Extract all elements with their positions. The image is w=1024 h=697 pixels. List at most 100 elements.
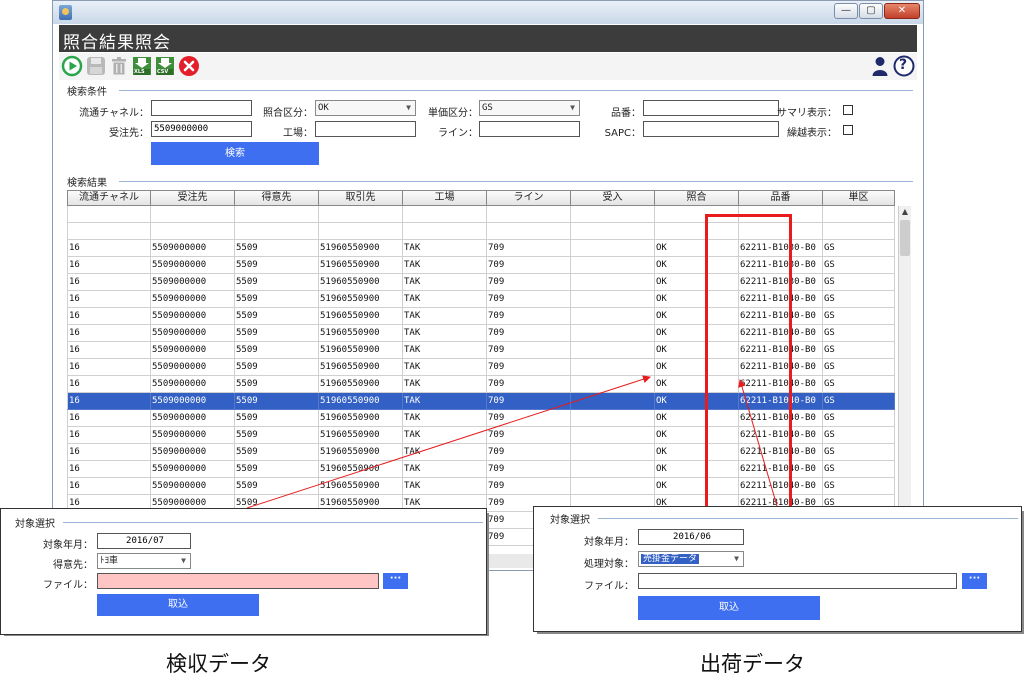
table-cell (571, 223, 655, 240)
minimize-button[interactable]: — (834, 3, 858, 19)
table-cell: 16 (67, 376, 151, 393)
table-cell: 5509000000 (151, 308, 235, 325)
table-cell: 5509 (235, 359, 319, 376)
trash-icon[interactable] (108, 55, 130, 77)
maximize-button[interactable]: ▢ (859, 3, 883, 19)
shipping-file-input[interactable] (638, 573, 957, 589)
table-cell: TAK (403, 461, 487, 478)
table-cell: TAK (403, 410, 487, 427)
inspection-month-input[interactable]: 2016/07 (97, 533, 191, 549)
column-header[interactable]: 流通チャネル (67, 190, 151, 206)
inspection-customer-select[interactable]: ﾄﾖ車 ▼ (97, 553, 191, 569)
column-header[interactable]: 得意先 (235, 190, 319, 206)
table-cell: TAK (403, 393, 487, 410)
table-cell (403, 206, 487, 223)
factory-input[interactable] (315, 121, 416, 137)
shipping-section-title: 対象選択 (550, 515, 590, 526)
inspection-file-input[interactable] (97, 573, 379, 589)
csv-export-icon[interactable]: CSV (154, 55, 176, 77)
table-cell: TAK (403, 444, 487, 461)
column-header[interactable]: 単区 (823, 190, 895, 206)
table-cell: 16 (67, 274, 151, 291)
compare-type-select[interactable]: OK ▼ (315, 100, 416, 116)
table-cell (571, 308, 655, 325)
table-cell: 5509 (235, 325, 319, 342)
search-button[interactable]: 検索 (151, 142, 319, 165)
column-header[interactable]: 品番 (739, 190, 823, 206)
shipping-process-select[interactable]: 売掛金データ ▼ (638, 551, 744, 567)
table-cell: GS (823, 291, 895, 308)
column-header[interactable]: 工場 (403, 190, 487, 206)
table-cell: 5509 (235, 342, 319, 359)
part-no-input[interactable] (643, 100, 779, 116)
unit-type-select[interactable]: GS ▼ (479, 100, 580, 116)
table-cell: 5509 (235, 308, 319, 325)
shipping-import-button[interactable]: 取込 (638, 596, 820, 620)
table-cell: 5509 (235, 291, 319, 308)
results-section-title: 検索結果 (67, 178, 107, 189)
table-cell (487, 206, 571, 223)
table-cell: 16 (67, 444, 151, 461)
table-cell: 709 (487, 291, 571, 308)
help-icon[interactable]: ? (893, 55, 915, 77)
line-input[interactable] (479, 121, 580, 137)
table-cell: 709 (487, 325, 571, 342)
table-cell: TAK (403, 376, 487, 393)
table-cell: GS (823, 393, 895, 410)
column-header[interactable]: ライン (487, 190, 571, 206)
chevron-down-icon: ▼ (734, 554, 739, 563)
receiver-input[interactable]: 5509000000 (151, 121, 252, 137)
table-cell (151, 206, 235, 223)
receiver-label: 受注先： (109, 128, 149, 139)
column-header[interactable]: 取引先 (319, 190, 403, 206)
sapc-input[interactable] (643, 121, 779, 137)
scroll-up-icon[interactable]: ▲ (899, 206, 911, 218)
channel-input[interactable] (151, 100, 252, 116)
table-cell: 51960550900 (319, 257, 403, 274)
table-cell: 5509 (235, 410, 319, 427)
inspection-customer-label: 得意先： (53, 560, 93, 571)
carryover-checkbox[interactable] (843, 125, 853, 135)
table-cell: 51960550900 (319, 410, 403, 427)
summary-checkbox[interactable] (843, 105, 853, 115)
xls-export-icon[interactable]: XLS (131, 55, 153, 77)
search-section-divider (119, 90, 913, 91)
compare-type-label: 照合区分： (263, 108, 313, 119)
inspection-browse-button[interactable]: ··· (383, 573, 408, 589)
unit-type-label: 単価区分： (428, 108, 478, 119)
column-header[interactable]: 受注先 (151, 190, 235, 206)
table-cell (571, 376, 655, 393)
main-window: — ▢ ✕ 照合結果照会 XLS CSV ? 検索条件 流通チャネル： 照合区分… (52, 0, 924, 571)
table-cell: 16 (67, 461, 151, 478)
table-cell: 709 (487, 342, 571, 359)
table-cell (235, 206, 319, 223)
table-cell: 51960550900 (319, 427, 403, 444)
table-cell: 16 (67, 427, 151, 444)
table-cell: 709 (487, 444, 571, 461)
table-cell: 5509000000 (151, 376, 235, 393)
page-title: 照合結果照会 (63, 33, 171, 53)
play-icon[interactable] (61, 55, 83, 77)
table-cell: 16 (67, 240, 151, 257)
table-cell (571, 444, 655, 461)
user-icon[interactable] (869, 55, 891, 77)
shipping-browse-button[interactable]: ··· (962, 573, 987, 589)
table-cell (319, 223, 403, 240)
table-cell: 5509 (235, 274, 319, 291)
shipping-month-input[interactable]: 2016/06 (638, 529, 744, 545)
column-header[interactable]: 照合 (655, 190, 739, 206)
table-cell (151, 223, 235, 240)
table-cell: TAK (403, 257, 487, 274)
save-icon[interactable] (85, 55, 107, 77)
column-header[interactable]: 受入 (571, 190, 655, 206)
shipping-file-label: ファイル： (584, 581, 634, 592)
table-cell: 709 (487, 376, 571, 393)
inspection-import-button[interactable]: 取込 (97, 594, 259, 616)
close-window-button[interactable]: ✕ (884, 3, 920, 19)
inspection-panel: 対象選択 対象年月： 2016/07 得意先： ﾄﾖ車 ▼ ファイル： ··· … (0, 508, 487, 635)
vertical-scrollbar[interactable]: ▲ (898, 206, 911, 546)
table-cell: GS (823, 410, 895, 427)
cancel-icon[interactable] (178, 55, 200, 77)
scroll-thumb[interactable] (900, 220, 910, 256)
table-cell: 16 (67, 257, 151, 274)
